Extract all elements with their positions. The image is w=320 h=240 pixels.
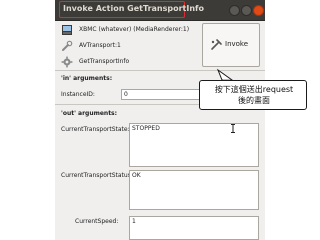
annotation-callout: 按下這個送出request 後的畫面 — [199, 80, 307, 110]
instance-id-input[interactable]: 0 — [121, 89, 201, 100]
in-arguments-label: 'in' arguments: — [61, 75, 113, 82]
current-transport-state-label: CurrentTransportState: — [61, 126, 130, 133]
current-transport-status-label: CurrentTransportStatus: — [61, 172, 133, 179]
close-button[interactable] — [253, 5, 264, 16]
window-title: Invoke Action GetTransportInfo — [63, 4, 205, 13]
wrench-icon — [62, 40, 73, 51]
annotation-line-1: 按下這個送出request — [214, 85, 294, 94]
current-transport-state-output[interactable]: STOPPED — [129, 123, 259, 167]
divider — [55, 70, 265, 71]
current-speed-label: CurrentSpeed: — [75, 218, 119, 225]
gear-icon — [61, 56, 73, 68]
current-speed-output[interactable]: 1 — [129, 216, 259, 240]
window-titlebar[interactable]: Invoke Action GetTransportInfo — [55, 0, 265, 21]
annotation-text: 按下這個送出request 後的畫面 — [204, 84, 304, 106]
out-arguments-label: 'out' arguments: — [61, 110, 118, 117]
annotation-line-2: 後的畫面 — [238, 96, 270, 105]
device-name: XBMC (whatever) (MediaRenderer:1) — [79, 26, 190, 33]
device-icon — [62, 25, 72, 35]
invoke-button[interactable]: Invoke — [202, 23, 260, 67]
service-name: AVTransport:1 — [79, 42, 121, 49]
invoke-action-window: Invoke Action GetTransportInfo XBMC (wha… — [55, 0, 265, 240]
text-cursor-icon — [231, 124, 235, 133]
maximize-button[interactable] — [241, 5, 252, 16]
invoke-button-label: Invoke — [225, 40, 249, 48]
instance-id-label: InstanceID: — [61, 91, 95, 98]
run-icon — [211, 39, 222, 50]
current-transport-status-output[interactable]: OK — [129, 170, 259, 210]
minimize-button[interactable] — [229, 5, 240, 16]
action-name: GetTransportInfo — [79, 58, 130, 65]
